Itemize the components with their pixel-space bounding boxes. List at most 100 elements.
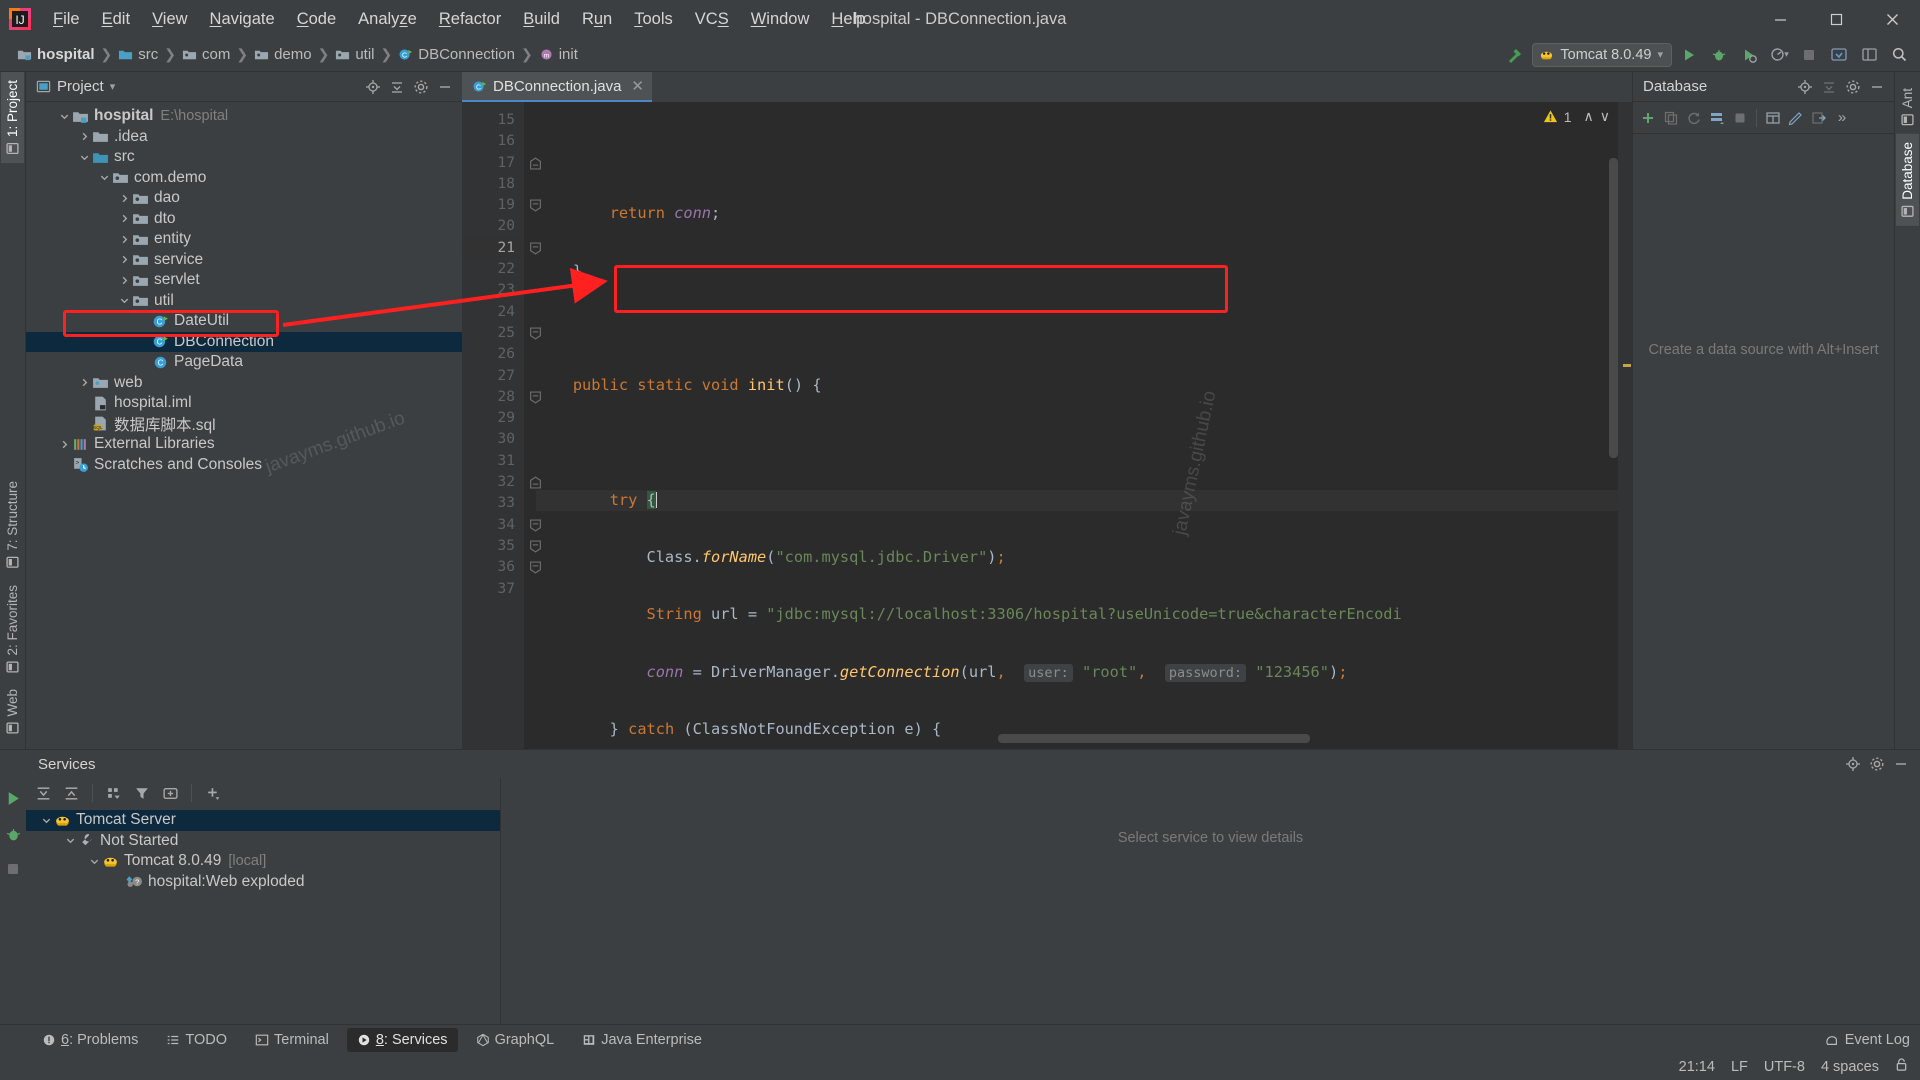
editor-canvas[interactable]: 15 16 17 18 19 20 21 22 23 24 25 26 27 28 29 30 31 32 33 34… (263, 102, 1632, 749)
hide-panel-icon[interactable] (434, 76, 456, 98)
debug-icon[interactable] (1706, 42, 1732, 68)
breadcrumb-item-src[interactable]: src (115, 44, 161, 65)
more-icon[interactable]: » (1831, 107, 1853, 129)
gutter-line-17[interactable]: 17 (462, 153, 541, 174)
stop-icon[interactable] (6, 862, 20, 881)
tree-arrow-right-icon[interactable] (56, 439, 72, 450)
project-tree-item-external-libraries[interactable]: External Libraries (26, 434, 462, 455)
tree-arrow-down-icon[interactable] (62, 835, 78, 846)
close-button[interactable] (1864, 0, 1920, 38)
menu-item-help[interactable]: Help (820, 6, 876, 33)
tool-window-tab-database[interactable]: Database (1896, 134, 1919, 227)
breadcrumb-item-com[interactable]: com (179, 44, 233, 65)
gutter-line-20[interactable]: 20 (462, 216, 524, 237)
tree-arrow-right-icon[interactable] (116, 234, 132, 245)
menu-item-tools[interactable]: Tools (623, 6, 684, 33)
project-tree-item-dto[interactable]: dto (26, 209, 462, 230)
status-tab-terminal[interactable]: Terminal (245, 1028, 339, 1052)
breadcrumb-item-init[interactable]: m init (536, 44, 581, 65)
gutter-line-33[interactable]: 33 (462, 493, 524, 514)
project-tree-item-dateutil[interactable]: C DateUtil (26, 311, 462, 332)
editor-gutter[interactable]: 15 16 17 18 19 20 21 22 23 24 25 26 27 28 29 30 31 32 33 34… (462, 102, 541, 749)
services-tree-item-hospital-web-exploded[interactable]: ? hospital:Web exploded (26, 872, 500, 893)
tree-arrow-down-icon[interactable] (56, 111, 72, 122)
tree-arrow-down-icon[interactable] (86, 856, 102, 867)
tree-arrow-right-icon[interactable] (76, 131, 92, 142)
editor-tab-dbconnection[interactable]: C DBConnection.java ✕ (462, 72, 652, 102)
tree-arrow-right-icon[interactable] (116, 213, 132, 224)
gutter-line-37[interactable]: 37 (462, 579, 524, 600)
editor-code[interactable]: return conn; } public static void init()… (524, 102, 1632, 749)
gutter-line-22[interactable]: 22 (462, 259, 524, 280)
search-everywhere-icon[interactable] (1886, 42, 1912, 68)
menu-item-build[interactable]: Build (512, 6, 571, 33)
tool-window-tab-web[interactable]: Web (1, 681, 24, 743)
services-tree-item-tomcat-8-0-49[interactable]: Tomcat 8.0.49 [local] (26, 851, 500, 872)
tool-window-tab-7-structure[interactable]: 7: Structure (1, 473, 24, 577)
gutter-line-16[interactable]: 16 (462, 131, 524, 152)
inspection-widget[interactable]: 1 ∧ ∨ (1543, 108, 1610, 125)
tree-arrow-down-icon[interactable] (76, 152, 92, 163)
collapse-all-icon[interactable] (386, 76, 408, 98)
tool-window-tab-2-favorites[interactable]: 2: Favorites (1, 577, 24, 682)
chevron-down-icon[interactable]: ▾ (110, 80, 116, 93)
gutter-line-23[interactable]: 23 (462, 280, 524, 301)
minimize-button[interactable] (1752, 0, 1808, 38)
maximize-button[interactable] (1808, 0, 1864, 38)
locate-icon[interactable] (1794, 76, 1816, 98)
indent-setting[interactable]: 4 spaces (1821, 1059, 1879, 1075)
tree-arrow-right-icon[interactable] (76, 377, 92, 388)
file-encoding[interactable]: UTF-8 (1764, 1059, 1805, 1075)
settings-gear-icon[interactable] (1866, 753, 1888, 775)
stop-icon[interactable] (1796, 42, 1822, 68)
filter-icon[interactable] (131, 782, 153, 804)
menu-item-edit[interactable]: Edit (91, 6, 141, 33)
menu-item-vcs[interactable]: VCS (684, 6, 740, 33)
menu-item-analyze[interactable]: Analyze (347, 6, 428, 33)
tree-arrow-right-icon[interactable] (116, 193, 132, 204)
stop-icon[interactable] (1729, 107, 1751, 129)
services-tree-item-not-started[interactable]: Not Started (26, 831, 500, 852)
group-by-icon[interactable] (103, 782, 125, 804)
tree-arrow-down-icon[interactable] (96, 172, 112, 183)
hide-panel-icon[interactable] (1890, 753, 1912, 775)
gutter-line-24[interactable]: 24 (462, 302, 524, 323)
gutter-line-26[interactable]: 26 (462, 344, 524, 365)
services-tree-item-tomcat-server[interactable]: Tomcat Server (26, 810, 500, 831)
profiler-icon[interactable]: ▾ (1766, 42, 1792, 68)
gutter-line-18[interactable]: 18 (462, 174, 524, 195)
project-tree[interactable]: hospital E:\hospital .idea src com.demo dao dt… (26, 102, 462, 749)
project-tree-item-service[interactable]: service (26, 250, 462, 271)
project-tree-item-hospital[interactable]: hospital E:\hospital (26, 106, 462, 127)
services-tree[interactable]: Tomcat Server Not Started Tomcat 8.0.49 [lo… (26, 808, 500, 1024)
jump-icon[interactable] (1808, 107, 1830, 129)
collapse-all-icon[interactable] (60, 782, 82, 804)
menu-item-window[interactable]: Window (740, 6, 821, 33)
edit-icon[interactable] (1785, 107, 1807, 129)
collapse-all-icon[interactable] (1818, 76, 1840, 98)
gutter-line-28[interactable]: 28 (462, 387, 541, 408)
settings-gear-icon[interactable] (410, 76, 432, 98)
project-tree-item-web[interactable]: web (26, 373, 462, 394)
add-icon[interactable] (1637, 107, 1659, 129)
tree-arrow-down-icon[interactable] (116, 295, 132, 306)
sync-icon[interactable] (1706, 107, 1728, 129)
editor-vertical-scrollbar[interactable] (1609, 158, 1618, 458)
breadcrumb-item-demo[interactable]: demo (251, 44, 315, 65)
gutter-line-31[interactable]: 31 (462, 451, 524, 472)
project-tree-item-entity[interactable]: entity (26, 229, 462, 250)
breadcrumb-item-util[interactable]: util (332, 44, 377, 65)
gutter-line-34[interactable]: 34 (462, 515, 541, 536)
project-tree-item--idea[interactable]: .idea (26, 127, 462, 148)
update-app-icon[interactable] (1826, 42, 1852, 68)
breadcrumb-item-dbconnection[interactable]: C DBConnection (395, 44, 518, 65)
breadcrumb-item-hospital[interactable]: hospital (14, 44, 98, 65)
project-tree-item-scratches-and-consoles[interactable]: > Scratches and Consoles (26, 455, 462, 476)
caret-position[interactable]: 21:14 (1679, 1059, 1715, 1075)
locate-icon[interactable] (1842, 753, 1864, 775)
project-tree-item-com-demo[interactable]: com.demo (26, 168, 462, 189)
status-tab-java-enterprise[interactable]: Java Enterprise (572, 1028, 712, 1052)
project-tree-item-util[interactable]: util (26, 291, 462, 312)
gutter-line-29[interactable]: 29 (462, 408, 524, 429)
gutter-line-25[interactable]: 25 (462, 323, 541, 344)
